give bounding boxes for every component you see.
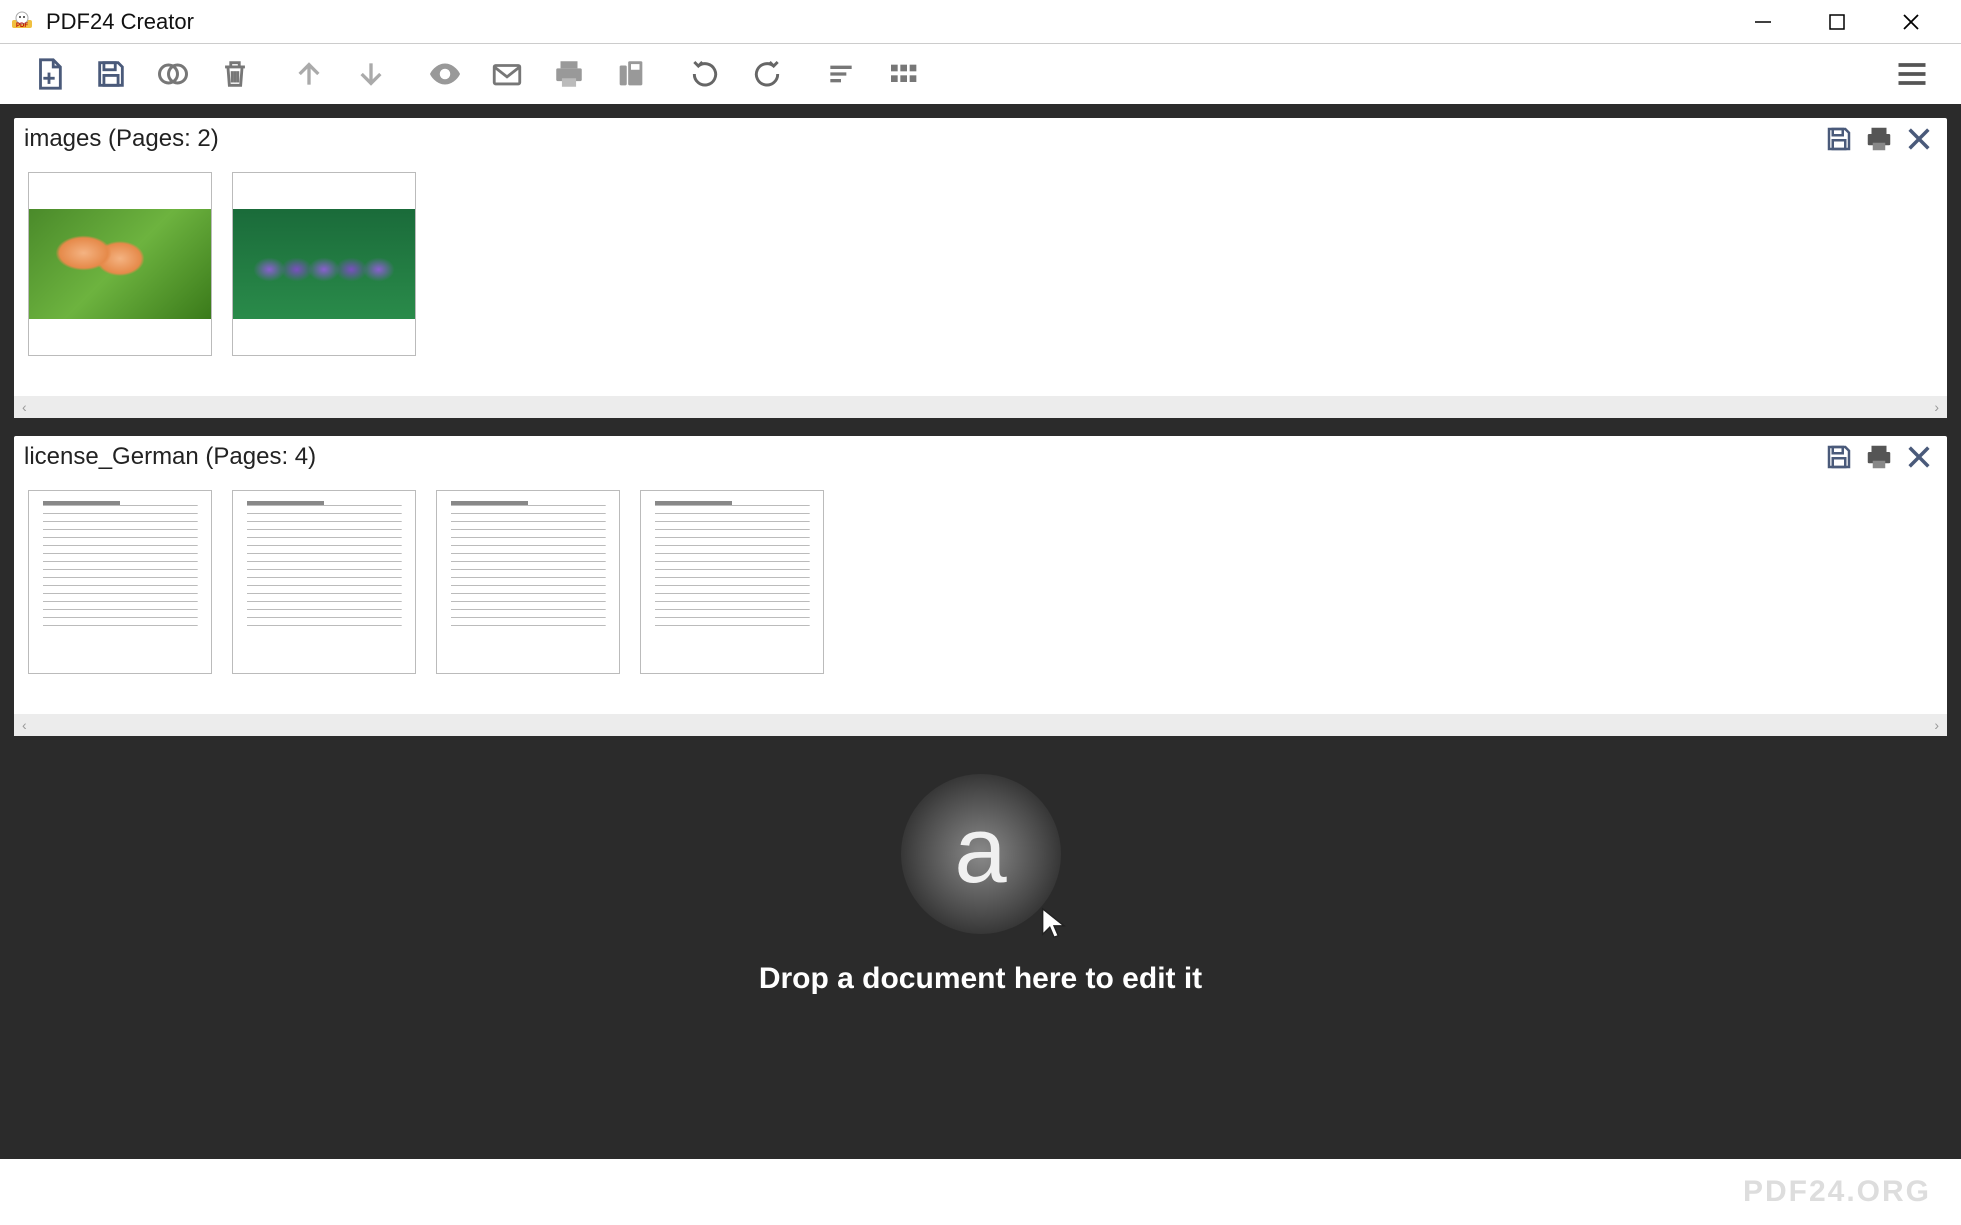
print-button[interactable] xyxy=(538,49,600,99)
workspace: images (Pages: 2) ‹ › licen xyxy=(0,104,1961,1159)
cursor-icon xyxy=(1037,906,1071,940)
page-thumbnail[interactable] xyxy=(640,490,824,674)
scroll-left-icon[interactable]: ‹ xyxy=(22,717,27,733)
toolbar xyxy=(0,44,1961,104)
thumbnail-strip xyxy=(14,160,1947,396)
page-thumbnail[interactable] xyxy=(28,172,212,356)
delete-button[interactable] xyxy=(204,49,266,99)
document-close-button[interactable] xyxy=(1901,439,1937,475)
document-print-button[interactable] xyxy=(1861,439,1897,475)
document-save-button[interactable] xyxy=(1821,439,1857,475)
scroll-left-icon[interactable]: ‹ xyxy=(22,399,27,415)
move-down-button[interactable] xyxy=(340,49,402,99)
document-panel[interactable]: license_German (Pages: 4) ‹ › xyxy=(14,436,1947,736)
document-print-button[interactable] xyxy=(1861,121,1897,157)
window-controls xyxy=(1743,2,1951,42)
sort-button[interactable] xyxy=(810,49,872,99)
document-header: images (Pages: 2) xyxy=(14,118,1947,160)
document-title: license_German (Pages: 4) xyxy=(24,443,1821,471)
document-header: license_German (Pages: 4) xyxy=(14,436,1947,478)
save-button[interactable] xyxy=(80,49,142,99)
svg-text:PDF: PDF xyxy=(16,23,28,29)
page-thumbnail[interactable] xyxy=(28,490,212,674)
rotate-left-button[interactable] xyxy=(674,49,736,99)
dropzone[interactable]: a Drop a document here to edit it xyxy=(14,754,1947,996)
thumbnail-strip xyxy=(14,478,1947,714)
move-up-button[interactable] xyxy=(278,49,340,99)
rotate-right-button[interactable] xyxy=(736,49,798,99)
email-button[interactable] xyxy=(476,49,538,99)
page-thumbnail[interactable] xyxy=(232,172,416,356)
scroll-right-icon[interactable]: › xyxy=(1934,399,1939,415)
statusbar: PDF24.ORG xyxy=(0,1159,1961,1225)
window-title: PDF24 Creator xyxy=(46,9,1743,35)
maximize-button[interactable] xyxy=(1817,2,1857,42)
fax-button[interactable] xyxy=(600,49,662,99)
titlebar: PDF PDF24 Creator xyxy=(0,0,1961,44)
minimize-button[interactable] xyxy=(1743,2,1783,42)
brand-label: PDF24.ORG xyxy=(1743,1175,1931,1209)
app-icon: PDF xyxy=(8,8,36,36)
page-thumbnail[interactable] xyxy=(436,490,620,674)
horizontal-scrollbar[interactable]: ‹ › xyxy=(14,396,1947,418)
horizontal-scrollbar[interactable]: ‹ › xyxy=(14,714,1947,736)
dropzone-label: Drop a document here to edit it xyxy=(14,962,1947,996)
close-button[interactable] xyxy=(1891,2,1931,42)
dropzone-icon: a xyxy=(901,774,1061,934)
document-save-button[interactable] xyxy=(1821,121,1857,157)
document-title: images (Pages: 2) xyxy=(24,125,1821,153)
menu-button[interactable] xyxy=(1881,49,1943,99)
new-document-button[interactable] xyxy=(18,49,80,99)
page-thumbnail[interactable] xyxy=(232,490,416,674)
preview-button[interactable] xyxy=(414,49,476,99)
document-panel[interactable]: images (Pages: 2) ‹ › xyxy=(14,118,1947,418)
scroll-right-icon[interactable]: › xyxy=(1934,717,1939,733)
document-close-button[interactable] xyxy=(1901,121,1937,157)
grid-view-button[interactable] xyxy=(872,49,934,99)
merge-button[interactable] xyxy=(142,49,204,99)
